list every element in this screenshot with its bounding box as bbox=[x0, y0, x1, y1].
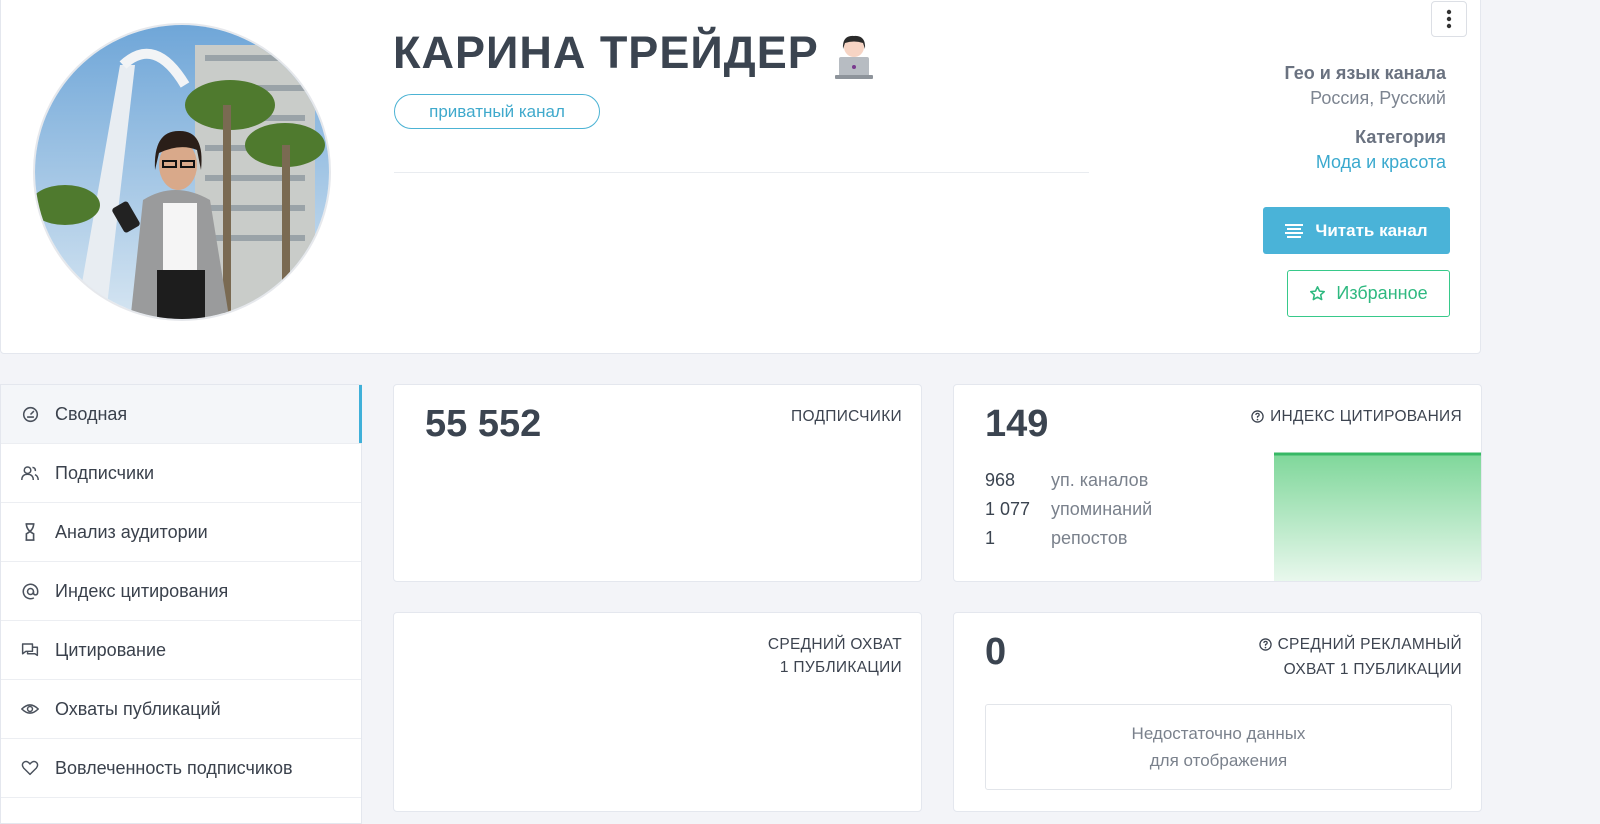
at-icon bbox=[21, 582, 39, 600]
dashboard-icon bbox=[21, 405, 39, 423]
category-link[interactable]: Мода и красота bbox=[1316, 152, 1446, 173]
no-data-line: для отображения bbox=[1149, 751, 1288, 770]
more-options-button[interactable] bbox=[1431, 1, 1467, 37]
lines-icon bbox=[1285, 223, 1304, 238]
label-line: ОХВАТ 1 ПУБЛИКАЦИИ bbox=[1283, 661, 1462, 678]
sidebar-item-citation[interactable]: Цитирование bbox=[1, 621, 361, 680]
dna-icon bbox=[21, 523, 39, 541]
avg-ad-reach-card: 0 СРЕДНИЙ РЕКЛАМНЫЙ ОХВАТ 1 ПУБЛИКАЦИИ Н… bbox=[953, 612, 1482, 812]
sidebar-item-label: Сводная bbox=[55, 403, 128, 424]
row-number: 1 bbox=[985, 528, 996, 548]
sidebar-item-engagement[interactable]: Вовлеченность подписчиков bbox=[1, 739, 361, 798]
subscribers-count: 55 552 bbox=[425, 403, 542, 445]
laptop-user-icon bbox=[833, 33, 875, 86]
citation-index-label: ИНДЕКС ЦИТИРОВАНИЯ bbox=[1251, 405, 1462, 430]
avg-reach-card: СРЕДНИЙ ОХВАТ 1 ПУБЛИКАЦИИ bbox=[393, 612, 922, 812]
sidebar-item-audience-analysis[interactable]: Анализ аудитории bbox=[1, 503, 361, 562]
avg-ad-reach-value: 0 bbox=[985, 631, 1007, 673]
favorite-label: Избранное bbox=[1336, 283, 1428, 303]
row-number: 1 077 bbox=[985, 499, 1031, 519]
sidebar-item-summary[interactable]: Сводная bbox=[1, 385, 362, 444]
avg-ad-reach-label: СРЕДНИЙ РЕКЛАМНЫЙ ОХВАТ 1 ПУБЛИКАЦИИ bbox=[1258, 633, 1462, 681]
citation-row-mentions: 1 077 упоминаний bbox=[985, 499, 1152, 520]
sidebar-item-citation-index[interactable]: Индекс цитирования bbox=[1, 562, 361, 621]
header-divider bbox=[394, 172, 1089, 173]
sidebar-item-post-reach[interactable]: Охваты публикаций bbox=[1, 680, 361, 739]
read-channel-label: Читать канал bbox=[1315, 220, 1428, 240]
citation-row-reposts: 1 репостов bbox=[985, 528, 1127, 549]
row-label: репостов bbox=[1051, 528, 1128, 548]
sidebar-item-label: Охваты публикаций bbox=[55, 698, 221, 719]
private-channel-badge: приватный канал bbox=[394, 94, 600, 129]
row-label: упоминаний bbox=[1051, 499, 1153, 519]
eye-icon bbox=[21, 700, 39, 718]
avg-reach-label: СРЕДНИЙ ОХВАТ 1 ПУБЛИКАЦИИ bbox=[768, 633, 902, 679]
subscribers-label: ПОДПИСЧИКИ bbox=[791, 408, 902, 425]
channel-avatar bbox=[33, 23, 331, 321]
sidebar-item-label: Анализ аудитории bbox=[55, 521, 208, 542]
chat-icon bbox=[21, 641, 39, 659]
help-circle-icon[interactable] bbox=[1258, 635, 1272, 658]
no-data-line: Недостаточно данных bbox=[1131, 724, 1306, 743]
citation-sparkline bbox=[1274, 452, 1481, 581]
help-circle-icon[interactable] bbox=[1251, 407, 1264, 430]
row-number: 968 bbox=[985, 470, 1016, 490]
citation-index-card: 149 ИНДЕКС ЦИТИРОВАНИЯ 968 уп. каналов 1 … bbox=[953, 384, 1482, 582]
sidebar-item-label: Цитирование bbox=[55, 639, 167, 660]
citation-index-label-text: ИНДЕКС ЦИТИРОВАНИЯ bbox=[1270, 408, 1462, 425]
sidebar-item-label: Вовлеченность подписчиков bbox=[55, 757, 293, 778]
star-icon bbox=[1310, 285, 1326, 301]
citation-index-value: 149 bbox=[985, 403, 1049, 445]
channel-title: КАРИНА ТРЕЙДЕР bbox=[393, 27, 819, 78]
users-icon bbox=[21, 464, 39, 482]
geo-label: Гео и язык канала bbox=[1284, 63, 1446, 83]
sidebar-item-subscribers[interactable]: Подписчики bbox=[1, 444, 361, 503]
sidebar-item-label: Индекс цитирования bbox=[55, 580, 229, 601]
geo-value: Россия, Русский bbox=[1310, 88, 1446, 108]
label-line: 1 ПУБЛИКАЦИИ bbox=[779, 659, 902, 676]
sidebar-item-label: Подписчики bbox=[55, 462, 155, 483]
label-line: СРЕДНИЙ ОХВАТ bbox=[767, 636, 902, 653]
channel-header-card: КАРИНА ТРЕЙДЕР приватный канал Гео и язы… bbox=[0, 0, 1481, 354]
no-data-placeholder: Недостаточно данных для отображения bbox=[985, 704, 1452, 790]
kebab-menu-icon bbox=[1446, 9, 1452, 29]
favorite-button[interactable]: Избранное bbox=[1287, 270, 1450, 317]
sidebar-nav: Сводная Подписчики Анализ аудитории Инде… bbox=[0, 384, 362, 824]
subscribers-card: 55 552 ПОДПИСЧИКИ bbox=[393, 384, 922, 582]
row-label: уп. каналов bbox=[1051, 470, 1149, 490]
heart-icon bbox=[21, 759, 39, 777]
category-label: Категория bbox=[1355, 127, 1446, 147]
label-line: СРЕДНИЙ РЕКЛАМНЫЙ bbox=[1277, 636, 1462, 653]
citation-row-channels: 968 уп. каналов bbox=[985, 470, 1148, 491]
read-channel-button[interactable]: Читать канал bbox=[1263, 207, 1450, 254]
